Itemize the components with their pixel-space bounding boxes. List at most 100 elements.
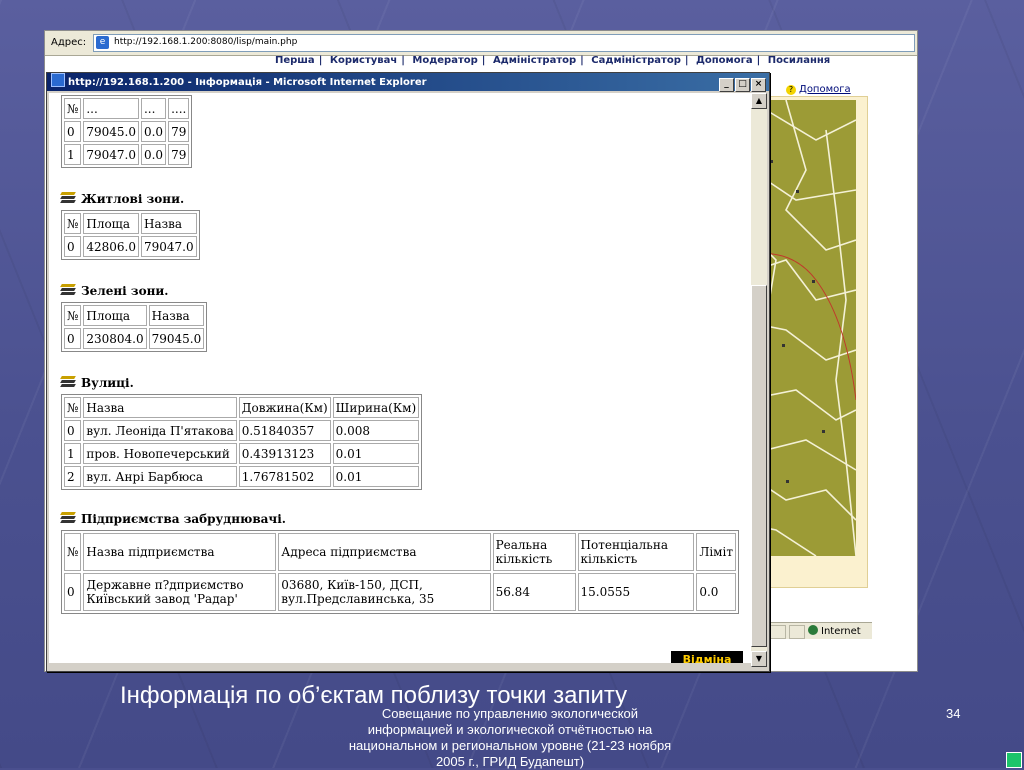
address-input[interactable]: e http://192.168.1.200:8080/lisp/main.ph… — [93, 34, 915, 52]
table-cell: Державне п?дприємство Київський завод 'Р… — [83, 573, 277, 611]
table-cell: 79045.0 — [83, 121, 139, 142]
table-cell: 0 — [64, 328, 82, 349]
table-cell: Довжина(Км) — [238, 397, 331, 418]
table-cell: Ширина(Км) — [332, 397, 420, 418]
status-zone-label: Internet — [821, 626, 861, 637]
nav-item-help[interactable]: Допомога — [696, 55, 753, 66]
table-row: 0 вул. Леоніда П'ятакова 0.51840357 0.00… — [64, 420, 420, 441]
residential-table: № Площа Назва 0 42806.0 79047.0 — [61, 210, 200, 260]
ie-icon — [51, 73, 65, 87]
table-cell: № — [64, 213, 82, 234]
layers-icon — [60, 512, 76, 523]
table-cell: 0.0 — [696, 573, 736, 611]
table-cell: 79047.0 — [83, 144, 139, 165]
table-cell: Площа — [83, 305, 147, 326]
table-cell: 0.43913123 — [238, 443, 331, 464]
table-cell: 1 — [64, 144, 82, 165]
table-cell: 0.01 — [332, 443, 420, 464]
help-icon: ? — [786, 85, 796, 95]
table-cell: ... — [140, 98, 167, 119]
nav-item-admin[interactable]: Адміністратор — [493, 55, 576, 66]
section-title-green: Зелені зони. — [60, 284, 739, 302]
page-number: 34 — [946, 706, 961, 721]
table-header-row: № Площа Назва — [64, 213, 197, 234]
status-zone: Internet — [808, 625, 861, 637]
table-cell: 230804.0 — [83, 328, 147, 349]
table-cell: № — [64, 98, 82, 119]
section-title-streets: Вулиці. — [60, 376, 739, 394]
close-button[interactable]: × — [751, 78, 766, 92]
address-bar: Адрес: e http://192.168.1.200:8080/lisp/… — [45, 31, 917, 56]
layers-icon — [60, 192, 76, 203]
green-table: № Площа Назва 0 230804.0 79045.0 — [61, 302, 208, 352]
table-cell: № — [64, 533, 82, 571]
table-cell: Назва — [140, 213, 197, 234]
table-header-row: № ... ... .... — [64, 98, 190, 119]
table-cell: 2 — [64, 466, 82, 487]
table-cell: Потенціальна кількість — [577, 533, 695, 571]
window-controls: _ □ × — [718, 75, 766, 93]
table-header-row: № Назва Довжина(Км) Ширина(Км) — [64, 397, 420, 418]
table-cell: Назва — [148, 305, 205, 326]
table-cell: ... — [83, 98, 139, 119]
table-cell: № — [64, 305, 82, 326]
help-link[interactable]: ? Допомога — [786, 84, 851, 95]
table-cell: № — [64, 397, 82, 418]
table-cell: 0.0 — [140, 121, 167, 142]
table-cell: Ліміт — [696, 533, 736, 571]
address-label: Адрес: — [51, 37, 87, 48]
table-cell: 79 — [168, 144, 190, 165]
section-title-residential: Житлові зони. — [60, 192, 739, 210]
scroll-down-arrow-icon[interactable]: ▼ — [751, 651, 767, 667]
table-cell: 79 — [168, 121, 190, 142]
streets-table: № Назва Довжина(Км) Ширина(Км) 0 вул. Ле… — [61, 394, 423, 490]
table-cell: пров. Новопечерський — [83, 443, 237, 464]
cancel-button[interactable]: Відміна — [671, 651, 743, 663]
nav-item-user[interactable]: Користувач — [330, 55, 397, 66]
table-cell: 0.008 — [332, 420, 420, 441]
table-cell: 0.01 — [332, 466, 420, 487]
page-icon: e — [96, 36, 109, 49]
table-cell: 0 — [64, 573, 82, 611]
table-row: 0 Державне п?дприємство Київський завод … — [64, 573, 736, 611]
table-cell: 1 — [64, 443, 82, 464]
table-cell: Адреса підприємства — [278, 533, 491, 571]
table-cell: 0.0 — [140, 144, 167, 165]
table-cell: Назва — [83, 397, 237, 418]
popup-titlebar[interactable]: http://192.168.1.200 - Інформація - Micr… — [47, 73, 769, 93]
scroll-up-arrow-icon[interactable]: ▲ — [751, 93, 767, 109]
scroll-thumb[interactable] — [751, 285, 767, 647]
nav-square-button[interactable] — [1006, 752, 1022, 768]
table-cell: 79045.0 — [148, 328, 205, 349]
nav-item-links[interactable]: Посилання — [768, 55, 831, 66]
table-header-row: № Назва підприємства Адреса підприємства… — [64, 533, 736, 571]
table-row: 1 пров. Новопечерський 0.43913123 0.01 — [64, 443, 420, 464]
address-url: http://192.168.1.200:8080/lisp/main.php — [114, 37, 298, 47]
table-cell: 0 — [64, 420, 82, 441]
table-cell: 1.76781502 — [238, 466, 331, 487]
table-cell: Площа — [83, 213, 139, 234]
layers-icon — [60, 284, 76, 295]
slide-footer: Совещание по управлению экологической ин… — [348, 706, 672, 769]
table-cell: 0 — [64, 121, 82, 142]
help-link-label: Допомога — [799, 84, 851, 95]
maximize-button[interactable]: □ — [735, 78, 750, 92]
minimize-button[interactable]: _ — [719, 78, 734, 92]
polluters-table: № Назва підприємства Адреса підприємства… — [61, 530, 739, 614]
nav-item-moderator[interactable]: Модератор — [412, 55, 477, 66]
table-cell: 0.51840357 — [238, 420, 331, 441]
nav-item-superadmin[interactable]: Садміністратор — [591, 55, 681, 66]
table-cell: Назва підприємства — [83, 533, 277, 571]
section-title-polluters: Підприємства забруднювачі. — [60, 512, 739, 530]
table-header-row: № Площа Назва — [64, 305, 205, 326]
popup-title: http://192.168.1.200 - Інформація - Micr… — [68, 77, 427, 88]
table-cell: 56.84 — [492, 573, 576, 611]
nav-item-first[interactable]: Перша — [275, 55, 315, 66]
table-cell: Реальна кількість — [492, 533, 576, 571]
table-cell: 03680, Київ-150, ДСП, вул.Предславинська… — [278, 573, 491, 611]
popup-content: № ... ... .... 0 79045.0 0.0 79 1 79047.… — [49, 93, 751, 663]
table-cell: 42806.0 — [83, 236, 139, 257]
vertical-scrollbar[interactable]: ▲ ▼ — [751, 93, 767, 667]
table-row: 0 79045.0 0.0 79 — [64, 121, 190, 142]
table-cell: вул. Анрі Барбюса — [83, 466, 237, 487]
